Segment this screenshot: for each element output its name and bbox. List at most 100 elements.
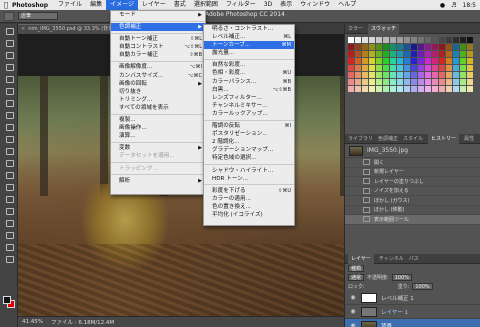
color-swatch[interactable] (348, 79, 354, 85)
color-swatch[interactable] (460, 51, 466, 57)
color-swatch[interactable] (376, 37, 382, 43)
color-swatch[interactable] (411, 79, 417, 85)
color-swatch[interactable] (390, 37, 396, 43)
color-swatch[interactable] (425, 79, 431, 85)
color-swatch[interactable] (383, 44, 389, 50)
adjustments-menu-item[interactable]: シャドウ・ハイライト... (204, 167, 294, 175)
color-swatch[interactable] (376, 86, 382, 92)
color-swatch[interactable] (355, 37, 361, 43)
color-swatch[interactable] (453, 65, 459, 71)
brush-tool-icon[interactable] (3, 109, 15, 120)
color-swatch[interactable] (432, 51, 438, 57)
shape-tool-icon[interactable] (3, 229, 15, 240)
color-swatch[interactable] (453, 44, 459, 50)
hand-tool-icon[interactable] (3, 241, 15, 252)
color-swatch[interactable] (348, 44, 354, 50)
color-swatch[interactable] (432, 58, 438, 64)
color-swatch[interactable] (369, 37, 375, 43)
color-swatch[interactable] (369, 65, 375, 71)
pen-tool-icon[interactable] (3, 193, 15, 204)
tab-history[interactable]: ヒストリー (428, 133, 460, 144)
color-swatch[interactable] (390, 65, 396, 71)
eye-icon[interactable]: ◉ (349, 308, 357, 315)
adjustments-menu-item[interactable]: トーンカーブ... ⌘M (204, 41, 294, 50)
color-swatch[interactable] (376, 44, 382, 50)
blend-mode-select[interactable]: 通常 (348, 274, 365, 281)
eyedropper-tool-icon[interactable] (3, 85, 15, 96)
color-swatch[interactable] (362, 79, 368, 85)
dodge-tool-icon[interactable] (3, 181, 15, 192)
image-menu-item[interactable]: すべての領域を表示 (111, 104, 205, 112)
history-item[interactable]: レイヤーの塗りつぶし (345, 177, 480, 187)
color-swatch[interactable] (439, 65, 445, 71)
volume-icon[interactable]: ♬ (451, 2, 456, 9)
color-swatch[interactable] (362, 44, 368, 50)
image-menu-item[interactable]: トリミング... (111, 96, 205, 104)
history-item[interactable]: ぼかし (移動) (345, 206, 480, 215)
color-swatch[interactable] (446, 51, 452, 57)
color-swatch[interactable] (397, 79, 403, 85)
color-swatch[interactable] (376, 65, 382, 71)
color-swatch[interactable] (355, 86, 361, 92)
app-menu[interactable]: Photoshop (12, 2, 48, 9)
adjustments-menu-item[interactable]: カラーバランス... ⌘B (204, 78, 294, 86)
color-swatch[interactable] (348, 72, 354, 78)
color-swatch[interactable] (418, 58, 424, 64)
color-swatch[interactable] (411, 65, 417, 71)
color-swatch[interactable] (418, 86, 424, 92)
history-item[interactable]: 開く (345, 158, 480, 168)
apple-icon[interactable]:  (0, 1, 12, 9)
color-swatch[interactable] (418, 51, 424, 57)
color-swatch[interactable] (411, 51, 417, 57)
history-item-current[interactable]: 表示範囲ツール (345, 215, 480, 225)
color-swatch[interactable] (355, 65, 361, 71)
color-swatch[interactable] (376, 72, 382, 78)
color-swatch[interactable] (439, 86, 445, 92)
adjustments-menu-item[interactable]: レベル補正... ⌘L (204, 33, 294, 41)
color-swatch[interactable] (383, 51, 389, 57)
history-item[interactable]: ぼかし (ガウス) (345, 196, 480, 206)
color-swatch[interactable] (404, 79, 410, 85)
move-tool-icon[interactable] (3, 25, 15, 36)
eye-icon[interactable]: ◉ (349, 294, 357, 301)
color-swatch[interactable] (453, 72, 459, 78)
tab-swatches[interactable]: スウォッチ (368, 23, 400, 34)
layer-row[interactable]: ◉ レベル補正 1 (345, 291, 480, 305)
stamp-tool-icon[interactable] (3, 121, 15, 132)
color-swatch[interactable] (432, 79, 438, 85)
color-swatch[interactable] (376, 58, 382, 64)
color-swatch[interactable] (467, 65, 473, 71)
menu-3d[interactable]: 3D (260, 0, 276, 10)
color-swatch[interactable] (418, 72, 424, 78)
layer-row[interactable]: ◉ レイヤー 1 (345, 305, 480, 319)
color-swatch[interactable] (460, 65, 466, 71)
image-menu-item[interactable]: 変数 ▶ (111, 144, 205, 152)
tab-adjustments[interactable]: 色調補正 (378, 135, 398, 142)
color-swatch[interactable] (376, 51, 382, 57)
color-swatch[interactable] (404, 44, 410, 50)
color-swatch[interactable] (418, 37, 424, 43)
color-swatch[interactable] (362, 86, 368, 92)
color-swatch[interactable] (439, 72, 445, 78)
color-swatch[interactable] (348, 58, 354, 64)
tab-channels[interactable]: チャンネル (379, 255, 404, 262)
mode-select[interactable]: 近筆 (18, 12, 58, 20)
menu-select[interactable]: 選択範囲 (190, 0, 222, 10)
color-swatch[interactable] (411, 58, 417, 64)
color-swatch[interactable] (418, 44, 424, 50)
image-menu-item[interactable]: カンバスサイズ... ⌥⌘C (111, 72, 205, 80)
color-swatch[interactable] (355, 58, 361, 64)
menu-type[interactable]: 書式 (170, 0, 190, 10)
color-swatch[interactable] (362, 37, 368, 43)
color-swatch[interactable] (383, 37, 389, 43)
clock[interactable]: 18:5 (463, 2, 476, 9)
color-swatch[interactable] (390, 58, 396, 64)
color-swatch[interactable] (446, 72, 452, 78)
color-swatch[interactable] (383, 72, 389, 78)
color-swatch[interactable] (390, 44, 396, 50)
color-swatch[interactable] (383, 58, 389, 64)
color-swatch[interactable] (355, 79, 361, 85)
color-swatch[interactable] (411, 86, 417, 92)
adjustments-menu-item[interactable]: 彩度を下げる ⇧⌘U (204, 187, 294, 195)
color-swatch[interactable] (446, 86, 452, 92)
